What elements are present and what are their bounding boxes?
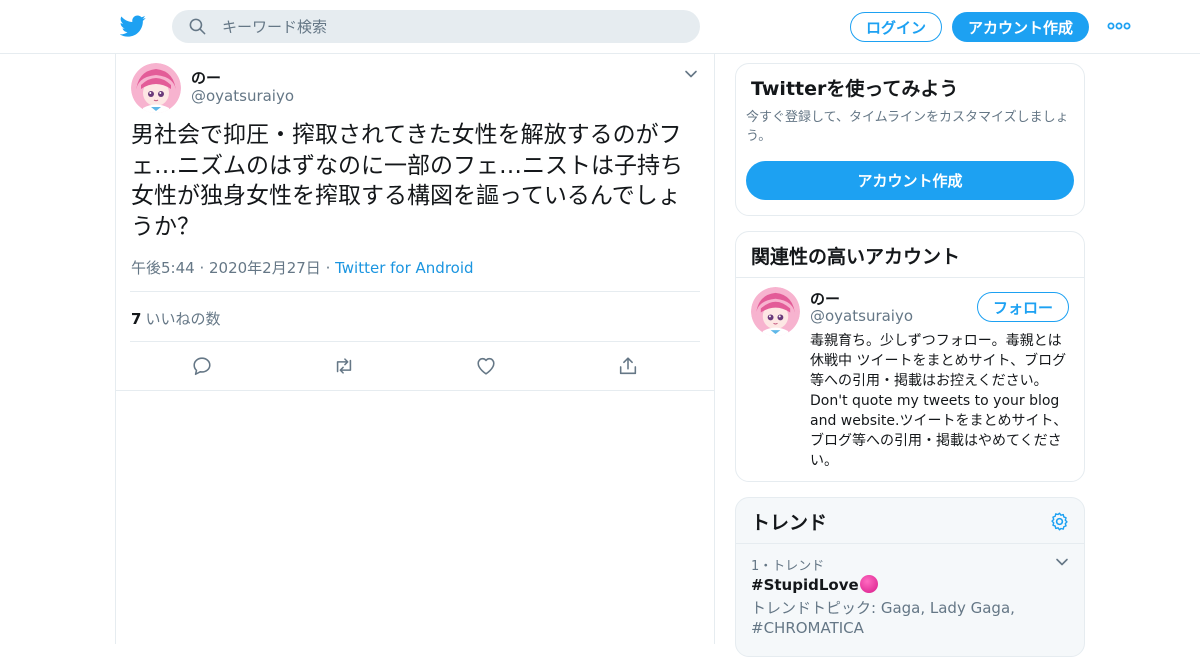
avatar-illustration-icon xyxy=(751,287,800,336)
create-account-button[interactable]: アカウント作成 xyxy=(746,161,1074,200)
top-navigation-bar: ログイン アカウント作成 xyxy=(0,0,1200,54)
trend-topics: トレンドトピック: Gaga, Lady Gaga, #CHROMATICA xyxy=(751,599,1015,637)
follow-button[interactable]: フォロー xyxy=(977,292,1069,322)
related-accounts-card: 関連性の高いアカウント のー @oyatsuraiyo フォロー 毒親育ち。少し… xyxy=(735,231,1085,482)
signup-button[interactable]: アカウント作成 xyxy=(952,12,1089,42)
tweet-metadata: 午後5:44 · 2020年2月27日 · Twitter for Androi… xyxy=(131,257,474,278)
chevron-down-icon[interactable] xyxy=(1054,554,1070,570)
account-bio: 毒親育ち。少しずつフォロー。毒親とは休戦中 ツイートをまとめサイト、ブログ等への… xyxy=(810,333,1068,469)
search-box[interactable] xyxy=(172,10,700,43)
tweet-text: 男社会で抑圧・搾取されてきた女性を解放するのがフェ…ニズムのはずなのに一部のフェ… xyxy=(131,122,683,240)
signup-description: 今すぐ登録して、タイムラインをカスタマイズしましょう。 xyxy=(746,110,1069,144)
trend-hashtag: #StupidLove xyxy=(751,576,859,594)
avatar[interactable] xyxy=(131,63,181,113)
divider xyxy=(736,277,1084,278)
likes-label: いいねの数 xyxy=(145,310,221,328)
divider xyxy=(130,291,700,292)
meta-separator: · xyxy=(320,259,336,277)
card-title: 関連性の高いアカウント xyxy=(751,246,961,268)
login-button[interactable]: ログイン xyxy=(850,12,942,42)
trends-card: トレンド 1・トレンド #StupidLove トレンドトピック: Gaga, … xyxy=(735,497,1085,657)
like-icon[interactable] xyxy=(475,355,497,377)
more-options-icon[interactable] xyxy=(1106,16,1132,36)
retweet-icon[interactable] xyxy=(333,355,355,377)
search-icon xyxy=(189,18,206,35)
divider xyxy=(130,341,700,342)
avatar-illustration-icon xyxy=(131,63,181,113)
chevron-down-icon[interactable] xyxy=(683,66,699,82)
divider xyxy=(736,543,1084,544)
card-title: トレンド xyxy=(751,512,828,534)
tweet-column: のー @oyatsuraiyo 男社会で抑圧・搾取されてきた女性を解放するのがフ… xyxy=(115,54,715,644)
share-icon[interactable] xyxy=(617,355,639,377)
avatar[interactable] xyxy=(751,287,800,336)
reply-icon[interactable] xyxy=(191,355,213,377)
tweet: のー @oyatsuraiyo 男社会で抑圧・搾取されてきた女性を解放するのがフ… xyxy=(116,54,714,391)
signup-card: Twitterを使ってみよう 今すぐ登録して、タイムラインをカスタマイズしましょ… xyxy=(735,63,1085,216)
account-name[interactable]: のー xyxy=(810,288,840,309)
tweet-timestamp[interactable]: 午後5:44 · 2020年2月27日 xyxy=(131,259,321,277)
likes-count[interactable]: 7 いいねの数 xyxy=(131,308,220,329)
tweet-author-name[interactable]: のー xyxy=(191,67,221,88)
account-handle[interactable]: @oyatsuraiyo xyxy=(810,307,913,325)
card-title: Twitterを使ってみよう xyxy=(751,78,959,100)
trend-rank: 1・トレンド xyxy=(751,559,825,574)
trend-name[interactable]: #StupidLove xyxy=(751,575,878,594)
tweet-source-link[interactable]: Twitter for Android xyxy=(335,259,473,277)
likes-number: 7 xyxy=(131,310,142,328)
tweet-author-handle[interactable]: @oyatsuraiyo xyxy=(191,87,294,105)
hashtag-emoji-icon xyxy=(859,575,878,593)
twitter-logo-icon[interactable] xyxy=(120,13,146,39)
gear-icon[interactable] xyxy=(1049,511,1070,532)
search-input[interactable] xyxy=(222,10,682,43)
